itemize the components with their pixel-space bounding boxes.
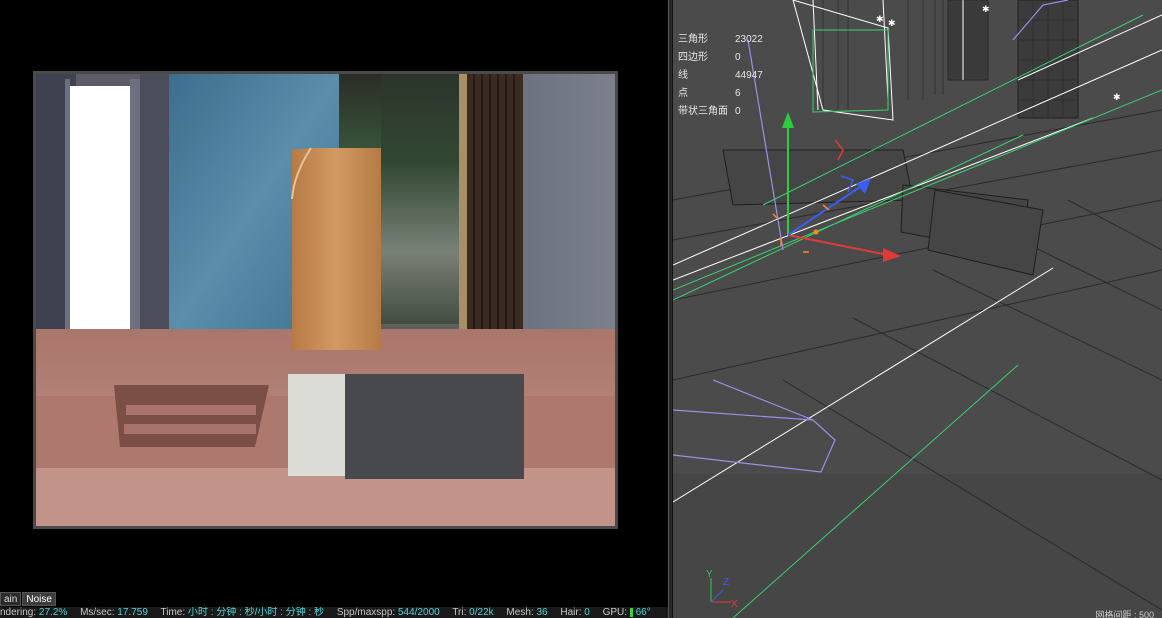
stat-label: 三角形 <box>678 34 708 45</box>
viewport-stats: 三角形 23022 四边形 0 线 44947 点 6 带状三角面 0 <box>678 31 763 121</box>
hair-label: Hair: <box>560 607 582 618</box>
stat-row-triangles: 三角形 23022 <box>678 31 763 49</box>
pass-tab-main[interactable]: ain <box>0 592 22 606</box>
pass-tab-noise[interactable]: Noise <box>22 592 56 606</box>
stat-label: 点 <box>678 88 688 99</box>
rendering-value: 27.2% <box>38 607 68 618</box>
render-view: ain Noise ndering: 27.2% Ms/sec: 17.759 … <box>0 0 668 618</box>
gpu-label: GPU: <box>602 607 628 618</box>
stat-value: 44947 <box>735 70 763 81</box>
hair-value: 0 <box>584 607 590 618</box>
3d-viewport[interactable]: ✱ ✱ ✱ ✱ Y Z X 三角形 23022 四边形 0 线 44947 点 6 带… <box>673 0 1162 618</box>
stat-row-strip-triangles: 带状三角面 0 <box>678 103 763 121</box>
stat-value: 23022 <box>735 34 763 45</box>
svg-text:✱: ✱ <box>876 14 884 24</box>
spp-label: Spp/maxspp: <box>336 607 396 618</box>
render-frame <box>33 71 618 529</box>
stat-label: 线 <box>678 70 688 81</box>
render-pass-tabs: ain Noise <box>0 592 57 606</box>
stat-row-points: 点 6 <box>678 85 763 103</box>
grid-spacing-note: 网格间距 : 500 <box>1095 610 1154 618</box>
stat-label: 四边形 <box>678 52 708 63</box>
time-label: Time: <box>160 607 186 618</box>
render-status-bar: ndering: 27.2% Ms/sec: 17.759 Time: 小时 :… <box>0 607 668 618</box>
mesh-label: Mesh: <box>506 607 534 618</box>
stat-label: 带状三角面 <box>678 106 728 117</box>
tri-value: 0/22k <box>469 607 494 618</box>
svg-text:✱: ✱ <box>1113 92 1121 102</box>
svg-text:✱: ✱ <box>982 4 990 14</box>
ms-value: 17.759 <box>117 607 148 618</box>
time-value: 小时 : 分钟 : 秒/小时 : 分钟 : 秒 <box>187 607 325 618</box>
gpu-usage-bar <box>629 607 633 617</box>
stat-value: 6 <box>735 88 741 99</box>
mesh-value: 36 <box>536 607 548 618</box>
gpu-value: 66° <box>635 607 651 618</box>
axis-label-z: Z <box>723 577 729 588</box>
rendering-label: ndering: <box>0 607 37 618</box>
spp-value: 544/2000 <box>397 607 440 618</box>
stat-value: 0 <box>735 52 741 63</box>
stat-row-lines: 线 44947 <box>678 67 763 85</box>
rendered-image <box>36 74 615 526</box>
stat-value: 0 <box>735 106 741 117</box>
axis-label-y: Y <box>706 569 713 580</box>
ms-label: Ms/sec: <box>80 607 115 618</box>
axis-label-x: X <box>731 599 738 610</box>
tri-label: Tri: <box>452 607 467 618</box>
stat-row-quads: 四边形 0 <box>678 49 763 67</box>
svg-text:✱: ✱ <box>888 18 896 28</box>
